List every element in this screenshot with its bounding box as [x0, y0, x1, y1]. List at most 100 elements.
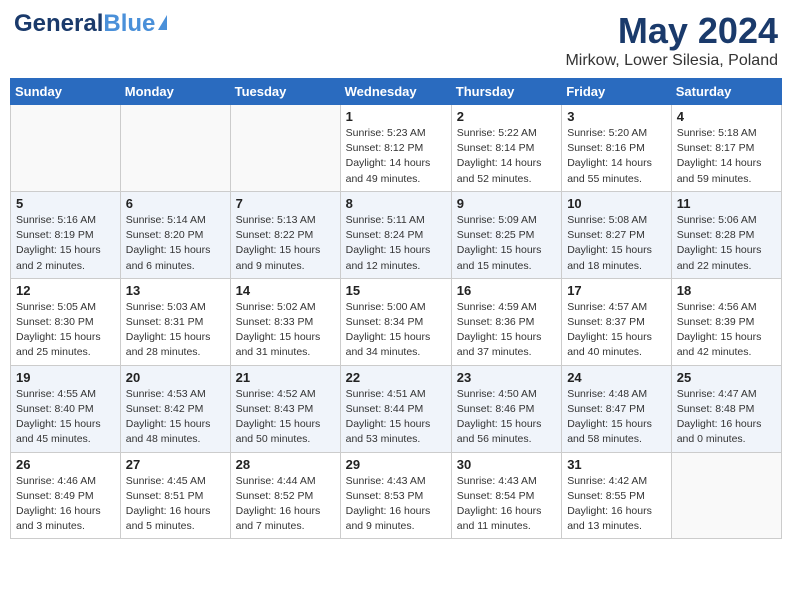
day-info: Sunrise: 4:59 AMSunset: 8:36 PMDaylight:… [457, 300, 556, 361]
calendar-cell: 3Sunrise: 5:20 AMSunset: 8:16 PMDaylight… [562, 105, 672, 192]
calendar-cell [230, 105, 340, 192]
day-info: Sunrise: 5:13 AMSunset: 8:22 PMDaylight:… [236, 213, 335, 274]
day-number: 12 [16, 283, 115, 298]
calendar-cell: 31 Sunrise: 4:42 AMSunset: 8:55 PMDayligh… [562, 452, 672, 539]
day-number: 2 [457, 109, 556, 124]
day-number: 29 [346, 457, 446, 472]
calendar-cell: 1 Sunrise: 5:23 AMSunset: 8:12 PMDaylight… [340, 105, 451, 192]
day-number: 6 [126, 196, 225, 211]
calendar-body: 1 Sunrise: 5:23 AMSunset: 8:12 PMDaylight… [11, 105, 782, 539]
day-number: 13 [126, 283, 225, 298]
calendar-cell [120, 105, 230, 192]
day-number: 3 [567, 109, 666, 124]
calendar-cell: 13 Sunrise: 5:03 AMSunset: 8:31 PMDayligh… [120, 278, 230, 365]
day-info: Sunrise: 4:45 AMSunset: 8:51 PMDaylight:… [126, 474, 225, 535]
calendar-cell: 24Sunrise: 4:48 AMSunset: 8:47 PMDayligh… [562, 365, 672, 452]
calendar-cell: 26 Sunrise: 4:46 AMSunset: 8:49 PMDayligh… [11, 452, 121, 539]
day-number: 23 [457, 370, 556, 385]
day-info: Sunrise: 5:18 AMSunset: 8:17 PMDaylight:… [677, 126, 776, 187]
title-block: May 2024 Mirkow, Lower Silesia, Poland [565, 10, 778, 70]
day-number: 15 [346, 283, 446, 298]
day-info: Sunrise: 4:52 AMSunset: 8:43 PMDaylight:… [236, 387, 335, 448]
calendar-cell: 11 Sunrise: 5:06 AMSunset: 8:28 PMDayligh… [671, 191, 781, 278]
calendar-cell: 9Sunrise: 5:09 AMSunset: 8:25 PMDaylight… [451, 191, 561, 278]
calendar-cell: 14Sunrise: 5:02 AMSunset: 8:33 PMDayligh… [230, 278, 340, 365]
calendar-cell: 2 Sunrise: 5:22 AMSunset: 8:14 PMDaylight… [451, 105, 561, 192]
calendar-cell: 30Sunrise: 4:43 AMSunset: 8:54 PMDayligh… [451, 452, 561, 539]
calendar-cell: 16 Sunrise: 4:59 AMSunset: 8:36 PMDayligh… [451, 278, 561, 365]
day-info: Sunrise: 4:53 AMSunset: 8:42 PMDaylight:… [126, 387, 225, 448]
day-info: Sunrise: 4:46 AMSunset: 8:49 PMDaylight:… [16, 474, 115, 535]
calendar-week-1: 1 Sunrise: 5:23 AMSunset: 8:12 PMDaylight… [11, 105, 782, 192]
calendar-week-4: 19 Sunrise: 4:55 AMSunset: 8:40 PMDayligh… [11, 365, 782, 452]
calendar-cell [671, 452, 781, 539]
calendar-week-5: 26 Sunrise: 4:46 AMSunset: 8:49 PMDayligh… [11, 452, 782, 539]
calendar-cell: 23 Sunrise: 4:50 AMSunset: 8:46 PMDayligh… [451, 365, 561, 452]
calendar-cell: 10Sunrise: 5:08 AMSunset: 8:27 PMDayligh… [562, 191, 672, 278]
calendar-cell [11, 105, 121, 192]
day-number: 19 [16, 370, 115, 385]
calendar-cell: 6Sunrise: 5:14 AMSunset: 8:20 PMDaylight… [120, 191, 230, 278]
calendar-cell: 27 Sunrise: 4:45 AMSunset: 8:51 PMDayligh… [120, 452, 230, 539]
col-saturday: Saturday [671, 79, 781, 105]
col-tuesday: Tuesday [230, 79, 340, 105]
day-info: Sunrise: 4:47 AMSunset: 8:48 PMDaylight:… [677, 387, 776, 448]
day-info: Sunrise: 5:05 AMSunset: 8:30 PMDaylight:… [16, 300, 115, 361]
day-info: Sunrise: 4:50 AMSunset: 8:46 PMDaylight:… [457, 387, 556, 448]
day-number: 17 [567, 283, 666, 298]
day-info: Sunrise: 5:22 AMSunset: 8:14 PMDaylight:… [457, 126, 556, 187]
day-info: Sunrise: 4:57 AMSunset: 8:37 PMDaylight:… [567, 300, 666, 361]
header-row: Sunday Monday Tuesday Wednesday Thursday… [11, 79, 782, 105]
day-number: 5 [16, 196, 115, 211]
day-info: Sunrise: 5:06 AMSunset: 8:28 PMDaylight:… [677, 213, 776, 274]
day-info: Sunrise: 5:16 AMSunset: 8:19 PMDaylight:… [16, 213, 115, 274]
day-number: 26 [16, 457, 115, 472]
calendar-cell: 15 Sunrise: 5:00 AMSunset: 8:34 PMDayligh… [340, 278, 451, 365]
day-number: 25 [677, 370, 776, 385]
day-info: Sunrise: 4:55 AMSunset: 8:40 PMDaylight:… [16, 387, 115, 448]
calendar-header: Sunday Monday Tuesday Wednesday Thursday… [11, 79, 782, 105]
day-number: 9 [457, 196, 556, 211]
day-number: 1 [346, 109, 446, 124]
day-number: 27 [126, 457, 225, 472]
col-wednesday: Wednesday [340, 79, 451, 105]
day-number: 20 [126, 370, 225, 385]
calendar-week-2: 5 Sunrise: 5:16 AMSunset: 8:19 PMDaylight… [11, 191, 782, 278]
day-number: 16 [457, 283, 556, 298]
logo-triangle-icon [158, 15, 167, 30]
calendar-table: Sunday Monday Tuesday Wednesday Thursday… [10, 78, 782, 539]
calendar-cell: 17 Sunrise: 4:57 AMSunset: 8:37 PMDayligh… [562, 278, 672, 365]
day-number: 28 [236, 457, 335, 472]
day-number: 4 [677, 109, 776, 124]
calendar-cell: 18 Sunrise: 4:56 AMSunset: 8:39 PMDayligh… [671, 278, 781, 365]
col-thursday: Thursday [451, 79, 561, 105]
day-info: Sunrise: 5:23 AMSunset: 8:12 PMDaylight:… [346, 126, 446, 187]
day-number: 11 [677, 196, 776, 211]
calendar-cell: 7Sunrise: 5:13 AMSunset: 8:22 PMDaylight… [230, 191, 340, 278]
day-info: Sunrise: 4:43 AMSunset: 8:53 PMDaylight:… [346, 474, 446, 535]
col-friday: Friday [562, 79, 672, 105]
day-number: 22 [346, 370, 446, 385]
logo-general-text: General [14, 10, 103, 37]
day-info: Sunrise: 5:00 AMSunset: 8:34 PMDaylight:… [346, 300, 446, 361]
day-number: 31 [567, 457, 666, 472]
day-info: Sunrise: 5:03 AMSunset: 8:31 PMDaylight:… [126, 300, 225, 361]
day-info: Sunrise: 4:43 AMSunset: 8:54 PMDaylight:… [457, 474, 556, 535]
day-number: 14 [236, 283, 335, 298]
calendar-cell: 28 Sunrise: 4:44 AMSunset: 8:52 PMDayligh… [230, 452, 340, 539]
day-info: Sunrise: 4:42 AMSunset: 8:55 PMDaylight:… [567, 474, 666, 535]
day-number: 21 [236, 370, 335, 385]
day-number: 10 [567, 196, 666, 211]
logo: GeneralBlue [14, 10, 167, 38]
day-info: Sunrise: 5:11 AMSunset: 8:24 PMDaylight:… [346, 213, 446, 274]
calendar-cell: 8Sunrise: 5:11 AMSunset: 8:24 PMDaylight… [340, 191, 451, 278]
day-info: Sunrise: 4:56 AMSunset: 8:39 PMDaylight:… [677, 300, 776, 361]
day-number: 18 [677, 283, 776, 298]
page-subtitle: Mirkow, Lower Silesia, Poland [565, 52, 778, 70]
calendar-cell: 4 Sunrise: 5:18 AMSunset: 8:17 PMDaylight… [671, 105, 781, 192]
calendar-cell: 19 Sunrise: 4:55 AMSunset: 8:40 PMDayligh… [11, 365, 121, 452]
logo-blue-text: Blue [103, 10, 155, 37]
day-info: Sunrise: 4:44 AMSunset: 8:52 PMDaylight:… [236, 474, 335, 535]
page-header: GeneralBlue May 2024 Mirkow, Lower Siles… [10, 10, 782, 70]
day-info: Sunrise: 4:51 AMSunset: 8:44 PMDaylight:… [346, 387, 446, 448]
